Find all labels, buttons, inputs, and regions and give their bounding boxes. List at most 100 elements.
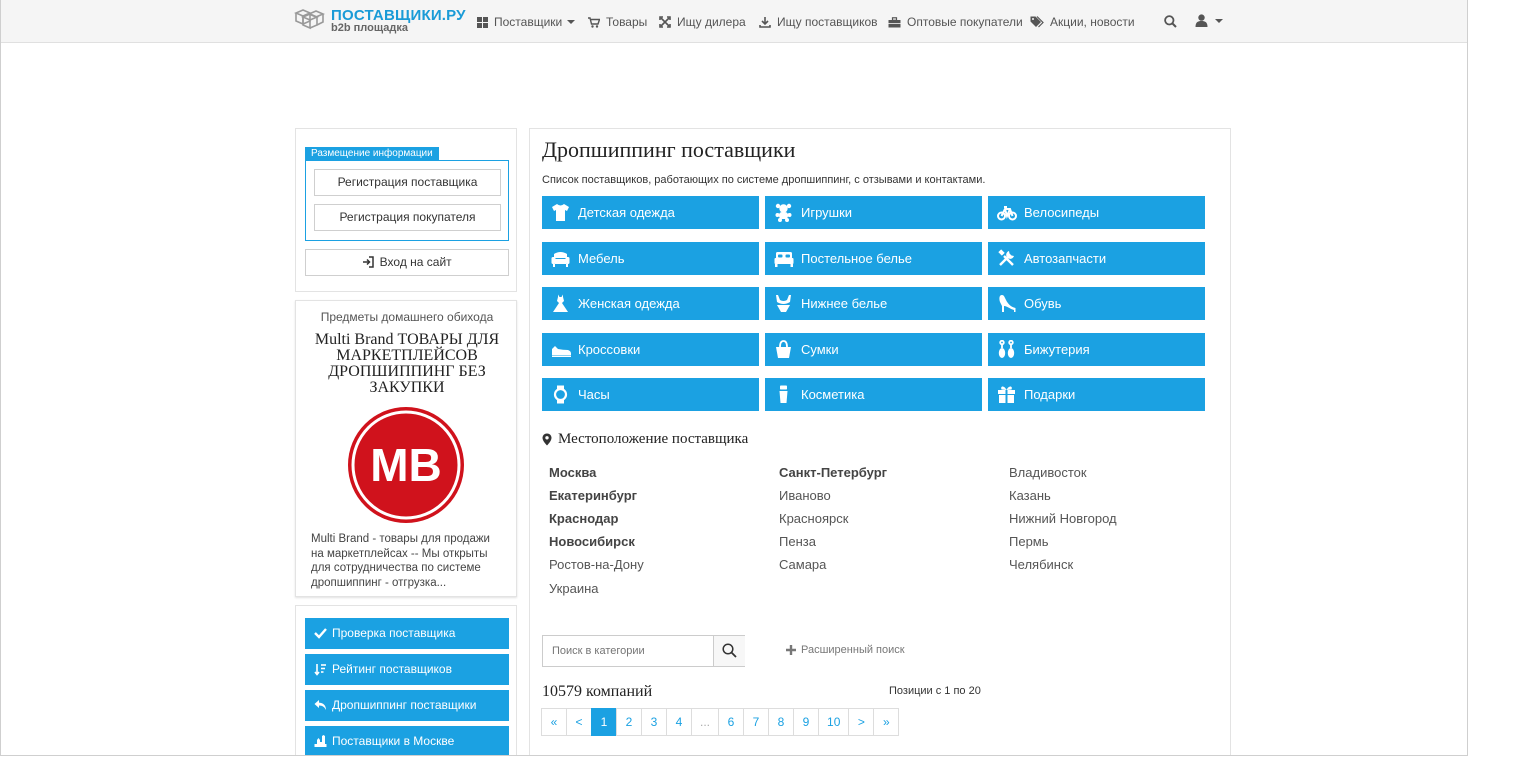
briefcase-icon xyxy=(888,16,901,27)
city-icon xyxy=(314,735,327,747)
category-watches[interactable]: Часы xyxy=(542,378,759,411)
chevron-down-icon xyxy=(1215,18,1223,23)
category-search-input[interactable] xyxy=(543,636,713,666)
grid-icon xyxy=(477,16,488,28)
category-bicycles[interactable]: Велосипеды xyxy=(988,196,1205,229)
sidebar-item-label: Дропшиппинг поставщики xyxy=(332,698,477,712)
nav-suppliers[interactable]: Поставщики xyxy=(477,13,576,31)
city-link[interactable]: Пермь xyxy=(1009,534,1049,549)
pagination: « < 1 2 3 4 ... 6 7 8 9 10 > » xyxy=(541,708,900,736)
nav-dealer[interactable]: Ищу дилера xyxy=(659,13,746,31)
city-link[interactable]: Красноярск xyxy=(779,511,848,526)
nav-suppliers-label: Поставщики xyxy=(494,15,563,29)
page-link[interactable]: 9 xyxy=(793,708,820,736)
sidebar-item-check-supplier[interactable]: Проверка поставщика xyxy=(305,618,509,649)
page-prev[interactable]: < xyxy=(566,708,592,736)
nav-find-suppliers-label: Ищу поставщиков xyxy=(777,15,878,29)
supplier-ad-card[interactable]: Предметы домашнего обихода Multi Brand Т… xyxy=(295,300,517,597)
baby-clothes-icon xyxy=(552,204,569,221)
page-current[interactable]: 1 xyxy=(591,708,617,736)
user-menu[interactable] xyxy=(1195,14,1223,27)
toy-icon xyxy=(775,203,792,222)
category-sneakers[interactable]: Кроссовки xyxy=(542,333,759,366)
login-button-label: Вход на сайт xyxy=(379,255,452,269)
city-link[interactable]: Самара xyxy=(779,557,826,572)
search-icon[interactable] xyxy=(1164,15,1177,28)
city-link[interactable]: Новосибирск xyxy=(549,534,635,549)
sidebar-item-label: Проверка поставщика xyxy=(332,626,456,640)
city-link[interactable]: Владивосток xyxy=(1009,465,1087,480)
page-link[interactable]: 10 xyxy=(818,708,850,736)
city-link[interactable]: Казань xyxy=(1009,488,1051,503)
category-label: Кроссовки xyxy=(578,342,641,357)
sidebar-links-box: Проверка поставщика Рейтинг поставщиков … xyxy=(295,605,517,755)
page-first[interactable]: « xyxy=(541,708,567,736)
heel-icon xyxy=(999,295,1016,312)
page-subtitle: Список поставщиков, работающих по систем… xyxy=(542,174,986,186)
city-link[interactable]: Челябинск xyxy=(1009,557,1073,572)
city-link[interactable]: Ростов-на-Дону xyxy=(549,557,644,572)
plus-icon xyxy=(786,645,796,655)
page-link[interactable]: 8 xyxy=(768,708,795,736)
city-link[interactable]: Екатеринбург xyxy=(549,488,637,503)
category-auto-parts[interactable]: Автозапчасти xyxy=(988,242,1205,275)
page-link[interactable]: 6 xyxy=(718,708,745,736)
companies-count: 10579 компаний xyxy=(542,683,653,700)
sidebar-item-label: Рейтинг поставщиков xyxy=(332,662,452,676)
category-toys[interactable]: Игрушки xyxy=(765,196,982,229)
category-womens-clothing[interactable]: Женская одежда xyxy=(542,287,759,320)
login-button[interactable]: Вход на сайт xyxy=(305,249,509,276)
city-link[interactable]: Санкт-Петербург xyxy=(779,465,887,480)
category-gifts[interactable]: Подарки xyxy=(988,378,1205,411)
category-label: Бижутерия xyxy=(1024,342,1090,357)
page-link[interactable]: 3 xyxy=(641,708,667,736)
nav-find-suppliers[interactable]: Ищу поставщиков xyxy=(759,13,878,31)
watch-icon xyxy=(553,385,568,404)
register-supplier-button[interactable]: Регистрация поставщика xyxy=(314,169,501,196)
category-shoes[interactable]: Обувь xyxy=(988,287,1205,320)
category-jewelry[interactable]: Бижутерия xyxy=(988,333,1205,366)
sidebar-item-moscow-suppliers[interactable]: Поставщики в Москве xyxy=(305,726,509,755)
sneaker-icon xyxy=(552,346,571,357)
page-link[interactable]: 7 xyxy=(743,708,770,736)
register-buyer-button[interactable]: Регистрация покупателя xyxy=(314,204,501,231)
underwear-icon xyxy=(776,295,791,312)
city-link[interactable]: Краснодар xyxy=(549,511,618,526)
city-link[interactable]: Нижний Новгород xyxy=(1009,511,1117,526)
page-link[interactable]: 2 xyxy=(616,708,642,736)
advanced-search-label: Расширенный поиск xyxy=(801,644,905,656)
city-link[interactable]: Пенза xyxy=(779,534,816,549)
bag-icon xyxy=(776,340,791,358)
nav-promotions[interactable]: Акции, новости xyxy=(1030,13,1135,31)
bicycle-icon xyxy=(997,206,1017,221)
category-underwear[interactable]: Нижнее белье xyxy=(765,287,982,320)
city-link[interactable]: Украина xyxy=(549,581,599,596)
ad-description: Multi Brand - товары для продажи на марк… xyxy=(311,533,490,589)
category-bedding[interactable]: Постельное белье xyxy=(765,242,982,275)
nav-wholesale-buyers[interactable]: Оптовые покупатели xyxy=(888,13,1023,31)
site-logo[interactable]: ПОСТАВЩИКИ.РУ b2b площадка xyxy=(294,6,466,38)
sidebar-item-supplier-rating[interactable]: Рейтинг поставщиков xyxy=(305,654,509,685)
category-label: Нижнее белье xyxy=(801,296,888,311)
advanced-search-link[interactable]: Расширенный поиск xyxy=(786,644,905,656)
category-furniture[interactable]: Мебель xyxy=(542,242,759,275)
dress-icon xyxy=(553,294,568,312)
expand-icon xyxy=(659,16,671,28)
city-link[interactable]: Москва xyxy=(549,465,596,480)
mb-logo-image[interactable]: MB xyxy=(347,406,465,524)
page-link[interactable]: 4 xyxy=(666,708,692,736)
category-bags[interactable]: Сумки xyxy=(765,333,982,366)
category-search xyxy=(542,635,745,667)
page-next[interactable]: > xyxy=(848,708,875,736)
user-icon xyxy=(1195,14,1208,27)
city-link[interactable]: Иваново xyxy=(779,488,831,503)
category-cosmetics[interactable]: Косметика xyxy=(765,378,982,411)
page-last[interactable]: » xyxy=(873,708,900,736)
search-button[interactable] xyxy=(713,636,745,666)
category-label: Часы xyxy=(578,387,610,402)
category-label: Косметика xyxy=(801,387,865,402)
sidebar-item-dropshipping[interactable]: Дропшиппинг поставщики xyxy=(305,690,509,721)
ad-title[interactable]: Multi Brand ТОВАРЫ ДЛЯ МАРКЕТПЛЕЙСОВ ДРО… xyxy=(310,332,504,396)
category-kids-clothing[interactable]: Детская одежда xyxy=(542,196,759,229)
nav-goods[interactable]: Товары xyxy=(588,13,647,31)
